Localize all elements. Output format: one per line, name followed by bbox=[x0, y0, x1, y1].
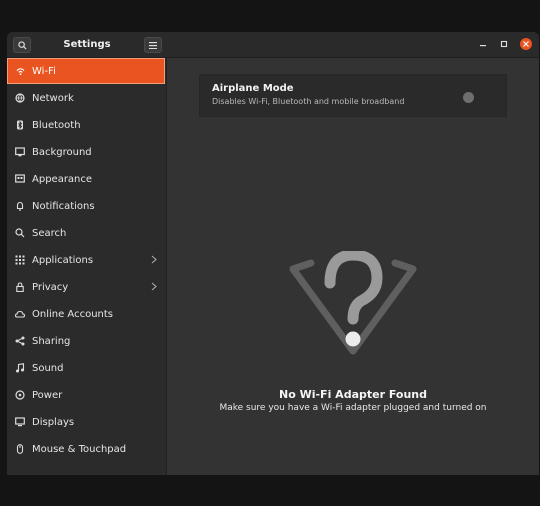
cloud-icon bbox=[15, 309, 25, 319]
mouse-icon bbox=[15, 444, 25, 454]
sidebar-item-label: Wi-Fi bbox=[32, 65, 56, 77]
sidebar-item-label: Sharing bbox=[32, 335, 71, 347]
sidebar-item-sharing[interactable]: Sharing bbox=[7, 328, 165, 354]
sidebar-item-displays[interactable]: Displays bbox=[7, 409, 165, 435]
airplane-mode-row: Airplane Mode Disables Wi-Fi, Bluetooth … bbox=[199, 74, 507, 117]
bluetooth-icon bbox=[15, 120, 25, 130]
search-button[interactable] bbox=[13, 37, 31, 53]
sidebar-item-wifi[interactable]: Wi-Fi bbox=[7, 58, 165, 84]
sidebar-item-mouse-touchpad[interactable]: Mouse & Touchpad bbox=[7, 436, 165, 462]
minimize-icon bbox=[480, 45, 486, 47]
lock-icon bbox=[15, 282, 25, 292]
sidebar-item-notifications[interactable]: Notifications bbox=[7, 193, 165, 219]
sidebar-item-label: Online Accounts bbox=[32, 308, 114, 320]
sidebar-item-search[interactable]: Search bbox=[7, 220, 165, 246]
search-icon bbox=[17, 40, 27, 50]
display-icon bbox=[15, 417, 25, 427]
sidebar-item-label: Network bbox=[32, 92, 74, 104]
wifi-panel: Airplane Mode Disables Wi-Fi, Bluetooth … bbox=[167, 58, 539, 475]
sidebar-item-power[interactable]: Power bbox=[7, 382, 165, 408]
header-bar: Settings bbox=[7, 32, 539, 58]
sidebar-item-applications[interactable]: Applications bbox=[7, 247, 165, 273]
wifi-question-icon bbox=[285, 249, 421, 361]
chevron-right-icon bbox=[151, 255, 157, 267]
sidebar-item-label: Privacy bbox=[32, 281, 69, 293]
sidebar-item-sound[interactable]: Sound bbox=[7, 355, 165, 381]
sidebar-item-label: Notifications bbox=[32, 200, 95, 212]
bell-icon bbox=[15, 201, 25, 211]
sidebar-item-label: Applications bbox=[32, 254, 94, 266]
music-note-icon bbox=[15, 363, 25, 373]
menu-button[interactable] bbox=[144, 37, 162, 53]
share-icon bbox=[15, 336, 25, 346]
sidebar-item-bluetooth[interactable]: Bluetooth bbox=[7, 112, 165, 138]
settings-window: Settings Wi-Fi Network Bluetooth Backgro… bbox=[7, 32, 539, 475]
background-icon bbox=[15, 147, 25, 157]
window-title: Settings bbox=[63, 39, 111, 50]
sidebar: Wi-Fi Network Bluetooth Background Appea… bbox=[7, 58, 167, 475]
airplane-mode-subtitle: Disables Wi-Fi, Bluetooth and mobile bro… bbox=[212, 97, 405, 106]
sidebar-item-network[interactable]: Network bbox=[7, 85, 165, 111]
airplane-mode-title: Airplane Mode bbox=[212, 83, 294, 94]
sidebar-item-label: Bluetooth bbox=[32, 119, 81, 131]
sidebar-item-background[interactable]: Background bbox=[7, 139, 165, 165]
chevron-right-icon bbox=[151, 282, 157, 294]
hamburger-icon bbox=[149, 41, 157, 49]
minimize-button[interactable] bbox=[477, 38, 489, 50]
power-icon bbox=[15, 390, 25, 400]
network-icon bbox=[15, 93, 25, 103]
sidebar-item-online-accounts[interactable]: Online Accounts bbox=[7, 301, 165, 327]
empty-state-subtitle: Make sure you have a Wi-Fi adapter plugg… bbox=[219, 403, 487, 413]
sidebar-item-label: Search bbox=[32, 227, 67, 239]
wifi-icon bbox=[15, 66, 25, 76]
sidebar-item-appearance[interactable]: Appearance bbox=[7, 166, 165, 192]
close-button[interactable] bbox=[520, 38, 532, 50]
sidebar-item-label: Mouse & Touchpad bbox=[32, 443, 127, 455]
sidebar-item-label: Sound bbox=[32, 362, 64, 374]
search-icon bbox=[15, 228, 25, 238]
airplane-mode-toggle[interactable] bbox=[462, 89, 494, 104]
sidebar-item-label: Appearance bbox=[32, 173, 93, 185]
empty-state-title: No Wi-Fi Adapter Found bbox=[279, 388, 427, 401]
sidebar-item-label: Power bbox=[32, 389, 63, 401]
close-icon bbox=[523, 41, 529, 47]
sidebar-item-label: Displays bbox=[32, 416, 75, 428]
sidebar-item-privacy[interactable]: Privacy bbox=[7, 274, 165, 300]
maximize-button[interactable] bbox=[498, 38, 510, 50]
appearance-icon bbox=[15, 174, 25, 184]
maximize-icon bbox=[500, 40, 508, 48]
sidebar-item-label: Background bbox=[32, 146, 92, 158]
applications-grid-icon bbox=[15, 255, 25, 265]
